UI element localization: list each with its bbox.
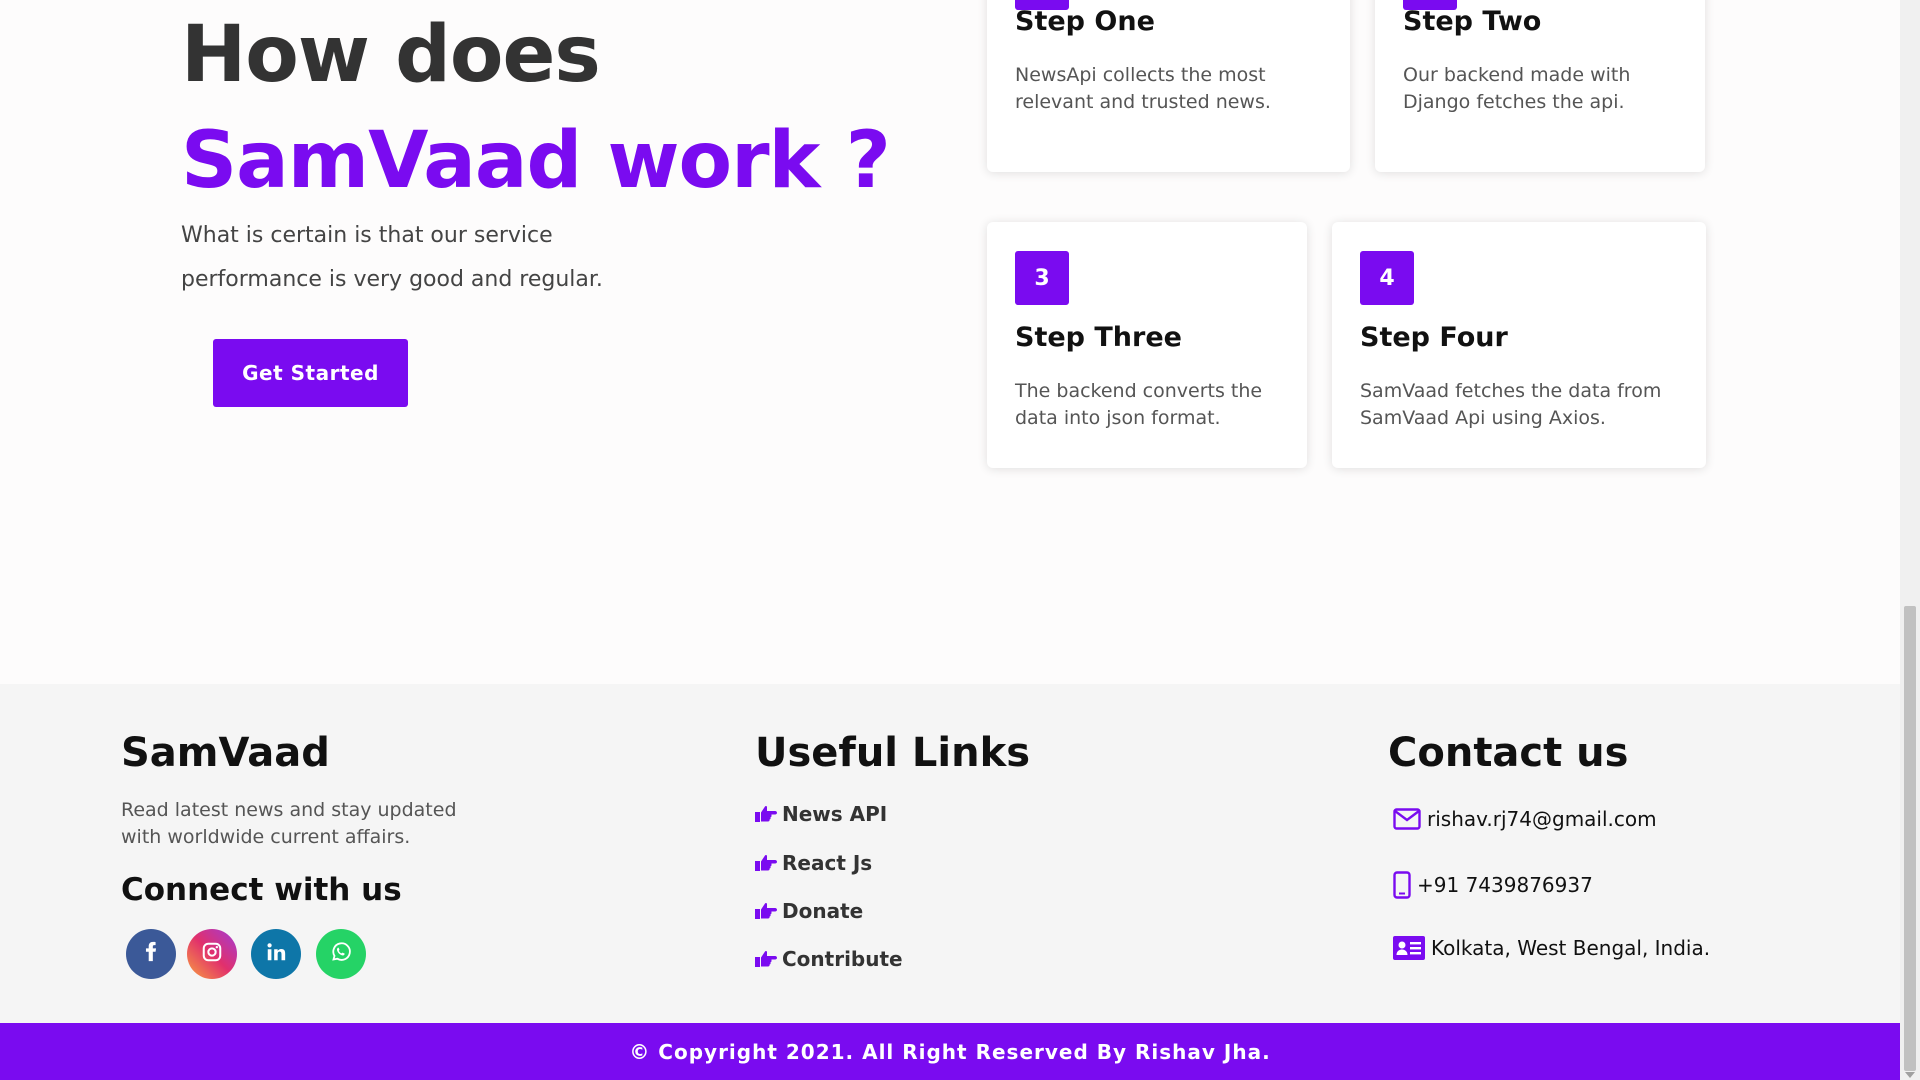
step-title: Step One bbox=[1015, 6, 1155, 37]
footer-link-contribute[interactable]: Contribute bbox=[755, 947, 903, 971]
step-title: Step Two bbox=[1403, 6, 1542, 37]
whatsapp-link[interactable] bbox=[316, 929, 366, 979]
address-card-icon bbox=[1393, 936, 1425, 960]
instagram-link[interactable] bbox=[187, 929, 237, 979]
step-title: Step Four bbox=[1360, 322, 1508, 353]
page: How does SamVaad work ? What is certain … bbox=[0, 0, 1900, 1080]
contact-address: Kolkata, West Bengal, India. bbox=[1393, 936, 1710, 960]
step-description: Our backend made with Django fetches the… bbox=[1403, 64, 1631, 113]
footer-link-donate[interactable]: Donate bbox=[755, 899, 863, 923]
step-card-two: Step Two Our backend made with Django fe… bbox=[1375, 0, 1705, 172]
linkedin-icon bbox=[265, 941, 287, 967]
footer-link-react-js[interactable]: React Js bbox=[755, 851, 872, 875]
envelope-icon bbox=[1393, 808, 1421, 830]
contact-phone-text: +91 7439876937 bbox=[1417, 873, 1593, 897]
footer: SamVaad Read latest news and stay update… bbox=[0, 684, 1900, 1023]
footer-link-news-api[interactable]: News API bbox=[755, 802, 887, 826]
step-description: SamVaad fetches the data from SamVaad Ap… bbox=[1360, 380, 1662, 429]
hero-title: How does bbox=[181, 10, 601, 100]
footer-link-label: Contribute bbox=[782, 947, 903, 971]
connect-heading: Connect with us bbox=[121, 872, 402, 908]
footer-link-label: Donate bbox=[782, 899, 864, 923]
get-started-button[interactable]: Get Started bbox=[213, 339, 408, 407]
step-description: NewsApi collects the most relevant and t… bbox=[1015, 64, 1271, 113]
contact-email: rishav.rj74@gmail.com bbox=[1393, 807, 1657, 831]
footer-brand: SamVaad bbox=[121, 730, 330, 776]
step-number-badge: 3 bbox=[1015, 251, 1069, 305]
footer-about-text: Read latest news and stay updated with w… bbox=[121, 799, 457, 848]
hero-title-accent: SamVaad work ? bbox=[181, 116, 891, 206]
step-card-three: 3 Step Three The backend converts the da… bbox=[987, 222, 1307, 468]
instagram-icon bbox=[201, 941, 223, 967]
hand-point-right-icon bbox=[755, 902, 777, 919]
hero-description: What is certain is that our service perf… bbox=[181, 223, 603, 292]
footer-link-label: React Js bbox=[782, 851, 873, 875]
copyright-text: © Copyright 2021. All Right Reserved By … bbox=[629, 1039, 1271, 1064]
scrollbar-thumb[interactable] bbox=[1904, 606, 1916, 1071]
hand-point-right-icon bbox=[755, 854, 777, 871]
scroll-down-arrow-icon[interactable] bbox=[1905, 1072, 1915, 1078]
facebook-icon bbox=[140, 941, 162, 967]
contact-address-text: Kolkata, West Bengal, India. bbox=[1431, 936, 1711, 960]
copyright-bar: © Copyright 2021. All Right Reserved By … bbox=[0, 1023, 1900, 1080]
linkedin-link[interactable] bbox=[251, 929, 301, 979]
hand-point-right-icon bbox=[755, 805, 777, 822]
step-card-four: 4 Step Four SamVaad fetches the data fro… bbox=[1332, 222, 1706, 468]
step-card-one: Step One NewsApi collects the most relev… bbox=[987, 0, 1350, 172]
whatsapp-icon bbox=[329, 940, 353, 968]
useful-links-heading: Useful Links bbox=[755, 730, 1031, 776]
footer-link-label: News API bbox=[782, 802, 888, 826]
hand-point-right-icon bbox=[755, 950, 777, 967]
vertical-scrollbar[interactable] bbox=[1900, 0, 1920, 1080]
contact-email-text[interactable]: rishav.rj74@gmail.com bbox=[1427, 807, 1657, 831]
step-number-badge: 4 bbox=[1360, 251, 1414, 305]
facebook-link[interactable] bbox=[126, 929, 176, 979]
mobile-phone-icon bbox=[1393, 871, 1411, 899]
contact-phone: +91 7439876937 bbox=[1393, 871, 1593, 899]
step-description: The backend converts the data into json … bbox=[1015, 380, 1263, 429]
step-title: Step Three bbox=[1015, 322, 1182, 353]
contact-heading: Contact us bbox=[1388, 730, 1629, 776]
